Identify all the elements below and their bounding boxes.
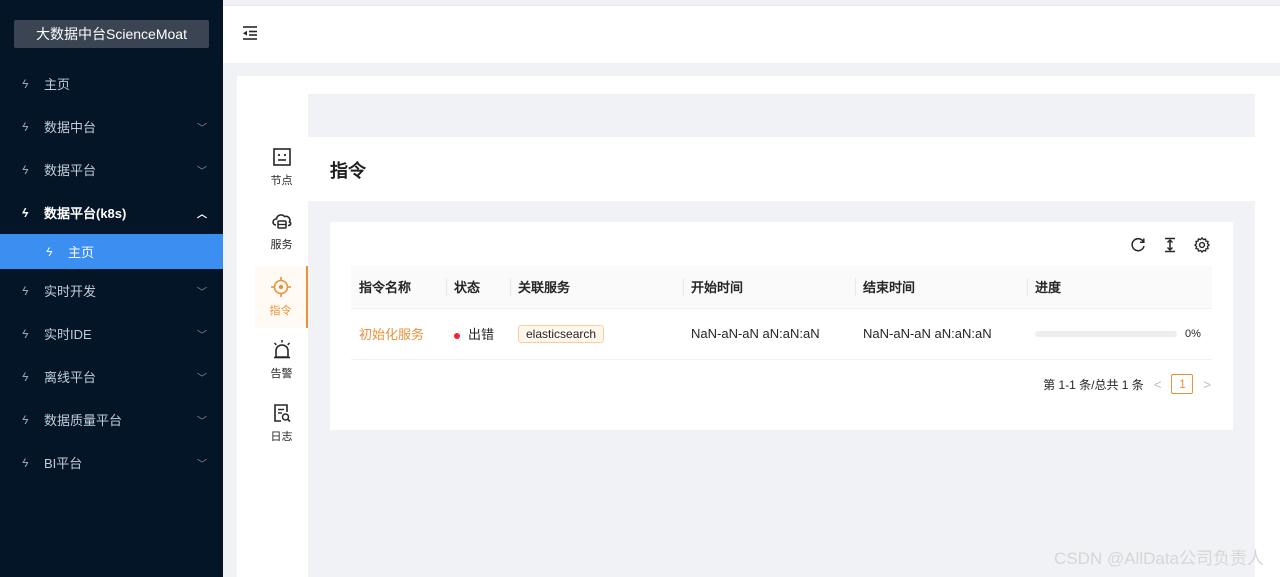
sidebar-item-label: 主页 xyxy=(44,77,71,92)
lightning-icon: ϟ xyxy=(22,455,29,470)
chevron-down-icon: ﹀ xyxy=(197,459,207,470)
status-text: 出错 xyxy=(468,327,495,342)
tab-service[interactable]: 服务 xyxy=(255,210,308,270)
watermark: CSDN @AllData公司负责人 xyxy=(1054,549,1264,568)
command-name-link[interactable]: 初始化服务 xyxy=(359,327,424,342)
sidebar-item-home[interactable]: ϟ 主页 xyxy=(0,62,223,105)
tab-node[interactable]: 节点 xyxy=(255,146,308,206)
sidebar-item-bi-platform[interactable]: ϟ BI平台 ﹀ xyxy=(0,441,223,484)
alarm-icon xyxy=(273,340,290,359)
command-target-icon xyxy=(270,277,291,297)
sidebar-item-data-platform[interactable]: ϟ 数据平台 ﹀ xyxy=(0,148,223,191)
end-time: NaN-aN-aN aN:aN:aN xyxy=(855,308,1027,360)
sidebar-item-label: 数据平台(k8s) xyxy=(44,206,127,221)
pagination-page-1[interactable]: 1 xyxy=(1171,374,1194,394)
chevron-down-icon: ﹀ xyxy=(197,330,207,341)
tab-label: 日志 xyxy=(270,431,293,443)
page-header: 指令 xyxy=(308,137,1255,201)
table-header-row: 指令名称 状态 关联服务 开始时间 结束时间 进度 xyxy=(351,266,1212,309)
tab-label: 指令 xyxy=(269,305,292,317)
pagination-next-icon[interactable]: > xyxy=(1203,377,1211,392)
pagination: 第 1-1 条/总共 1 条 < 1 > xyxy=(1043,374,1211,394)
sidebar-item-data-center[interactable]: ϟ 数据中台 ﹀ xyxy=(0,105,223,148)
column-header-start-time[interactable]: 开始时间 xyxy=(683,266,855,309)
sidebar-item-offline-platform[interactable]: ϟ 离线平台 ﹀ xyxy=(0,355,223,398)
tab-label: 节点 xyxy=(270,175,293,187)
lightning-icon: ϟ xyxy=(22,369,29,384)
app-logo[interactable]: 大数据中台ScienceMoat xyxy=(14,20,209,48)
table-row: 初始化服务 出错 elasticsearch NaN-aN-aN aN:aN:a… xyxy=(351,308,1212,360)
service-tag: elasticsearch xyxy=(518,324,605,343)
sidebar-item-label: 实时开发 xyxy=(44,284,97,299)
menu-fold-icon[interactable] xyxy=(241,24,259,42)
lightning-icon: ϟ xyxy=(46,244,53,259)
tab-command[interactable]: 指令 xyxy=(255,266,308,328)
chevron-down-icon: ﹀ xyxy=(197,287,207,298)
sidebar-item-realtime-dev[interactable]: ϟ 实时开发 ﹀ xyxy=(0,269,223,312)
tab-label: 告警 xyxy=(270,368,293,380)
pagination-summary: 第 1-1 条/总共 1 条 xyxy=(1043,377,1144,392)
error-status-dot xyxy=(454,332,460,339)
tab-log[interactable]: 日志 xyxy=(255,402,308,462)
progress-percent: 0% xyxy=(1185,327,1201,340)
sidebar-subitem-home[interactable]: ϟ 主页 xyxy=(0,234,223,269)
sidebar-item-data-quality[interactable]: ϟ 数据质量平台 ﹀ xyxy=(0,398,223,441)
progress-bar xyxy=(1035,330,1177,337)
chevron-down-icon: ﹀ xyxy=(197,416,207,427)
column-header-end-time[interactable]: 结束时间 xyxy=(855,266,1027,309)
sidebar: 大数据中台ScienceMoat ϟ 主页 ϟ 数据中台 ﹀ ϟ 数据平台 ﹀ … xyxy=(0,0,223,577)
column-header-name[interactable]: 指令名称 xyxy=(351,266,446,309)
sidebar-item-label: 离线平台 xyxy=(44,370,97,385)
lightning-icon: ϟ xyxy=(22,76,29,91)
column-header-progress[interactable]: 进度 xyxy=(1027,266,1212,309)
sidebar-item-label: 数据质量平台 xyxy=(44,413,123,428)
chevron-up-icon: ︿ xyxy=(197,209,207,220)
reload-icon[interactable] xyxy=(1129,236,1147,254)
tab-alarm[interactable]: 告警 xyxy=(255,339,308,399)
sidebar-item-label: 数据中台 xyxy=(44,120,97,135)
sidebar-item-data-platform-k8s[interactable]: ϟ 数据平台(k8s) ︿ xyxy=(0,191,223,234)
log-file-icon xyxy=(273,404,291,423)
sidebar-item-label: BI平台 xyxy=(44,456,83,471)
sidebar-item-label: 实时IDE xyxy=(44,327,92,342)
top-header xyxy=(223,5,1280,63)
sidebar-menu: ϟ 主页 ϟ 数据中台 ﹀ ϟ 数据平台 ﹀ ϟ 数据平台(k8s) ︿ ϟ 主… xyxy=(0,62,223,484)
column-header-status[interactable]: 状态 xyxy=(446,266,510,309)
progress-indicator: 0% xyxy=(1035,328,1212,340)
sidebar-item-label: 数据平台 xyxy=(44,163,97,178)
chevron-down-icon: ﹀ xyxy=(197,166,207,177)
lightning-icon: ϟ xyxy=(22,412,29,427)
start-time: NaN-aN-aN aN:aN:aN xyxy=(683,308,855,360)
pagination-prev-icon[interactable]: < xyxy=(1154,377,1162,392)
lightning-icon: ϟ xyxy=(22,162,29,177)
side-tab-bar: 节点 服务 指令 告警 日志 xyxy=(255,94,308,577)
sidebar-item-realtime-ide[interactable]: ϟ 实时IDE ﹀ xyxy=(0,312,223,355)
node-icon xyxy=(272,148,291,166)
tab-label: 服务 xyxy=(270,239,293,251)
command-table: 指令名称 状态 关联服务 开始时间 结束时间 进度 初始化服务 出错 elast… xyxy=(351,266,1212,360)
lightning-icon: ϟ xyxy=(22,326,29,341)
lightning-icon: ϟ xyxy=(22,283,29,298)
lightning-icon: ϟ xyxy=(22,119,29,134)
column-height-icon[interactable] xyxy=(1161,236,1179,254)
chevron-down-icon: ﹀ xyxy=(197,123,207,134)
lightning-icon: ϟ xyxy=(22,205,29,220)
table-toolbar xyxy=(1129,236,1211,254)
page-title: 指令 xyxy=(330,161,366,181)
sidebar-item-label: 主页 xyxy=(68,245,95,260)
command-table-card: 指令名称 状态 关联服务 开始时间 结束时间 进度 初始化服务 出错 elast… xyxy=(330,222,1233,430)
content-top-band xyxy=(308,94,1255,137)
service-cloud-icon xyxy=(271,214,291,229)
settings-gear-icon[interactable] xyxy=(1193,236,1211,254)
chevron-down-icon: ﹀ xyxy=(197,373,207,384)
column-header-service[interactable]: 关联服务 xyxy=(510,266,683,309)
